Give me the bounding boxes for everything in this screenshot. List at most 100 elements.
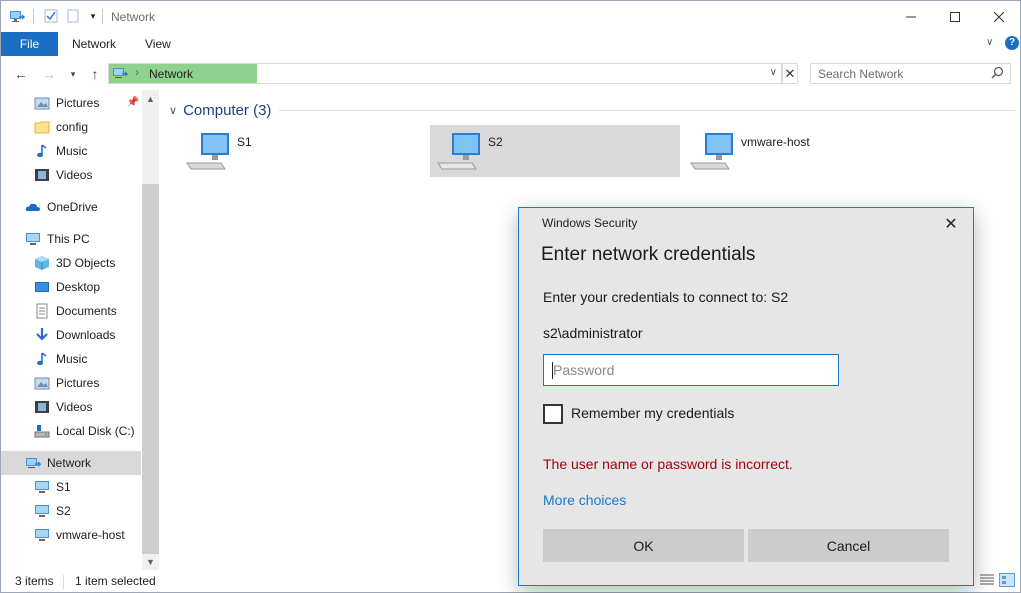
arrow-right-icon: → (42, 66, 56, 82)
sidebar-item-music[interactable]: Music (1, 347, 141, 371)
sidebar-item-label: config (56, 120, 89, 134)
remember-label[interactable]: Remember my credentials (571, 405, 734, 421)
new-folder-icon[interactable] (65, 8, 81, 24)
error-message: The user name or password is incorrect. (543, 456, 793, 472)
sidebar-item-videos[interactable]: Videos (1, 395, 141, 419)
music-icon (34, 143, 50, 159)
help-icon[interactable]: ? (1005, 36, 1019, 50)
explorer-window: ▾ Network File Network View ∨ ? ← → ▾ ↑ … (0, 0, 1021, 593)
pictures-icon (34, 95, 50, 111)
breadcrumb[interactable]: Network (149, 67, 193, 81)
sidebar-item-label: OneDrive (47, 200, 98, 214)
computer-icon (436, 131, 484, 171)
tile-label: S1 (237, 135, 252, 149)
sidebar-item-3d-objects[interactable]: 3D Objects (1, 251, 141, 275)
sidebar-item-local-disk[interactable]: Local Disk (C:) (1, 419, 141, 443)
customize-toolbar-icon[interactable]: ▾ (85, 8, 101, 24)
pin-icon[interactable]: 📌 (127, 97, 139, 108)
more-choices-link[interactable]: More choices (543, 492, 626, 508)
computer-icon (34, 527, 50, 543)
chevron-down-icon: ▾ (70, 68, 76, 79)
sidebar-item-documents[interactable]: Documents (1, 299, 141, 323)
sidebar-item-s1[interactable]: S1 (1, 475, 141, 499)
network-icon (112, 65, 129, 84)
cube-icon (34, 255, 50, 271)
computer-icon (185, 131, 233, 171)
download-icon (34, 327, 50, 343)
group-divider (279, 110, 1016, 111)
password-field[interactable] (543, 354, 839, 386)
tab-network[interactable]: Network (58, 32, 130, 56)
sidebar-item-pictures[interactable]: Pictures (1, 371, 141, 395)
forward-button[interactable]: → (39, 64, 59, 84)
minimize-icon (906, 16, 916, 17)
scroll-up-icon[interactable]: ▲ (142, 90, 159, 107)
computer-tile-s1[interactable]: S1 (179, 125, 429, 177)
remember-checkbox[interactable] (543, 404, 563, 424)
address-dropdown-icon[interactable]: ∨ (770, 67, 777, 78)
search-box[interactable] (810, 63, 1011, 84)
navigation-bar: ← → ▾ ↑ › Network ∨ ✕ (1, 59, 1020, 89)
videos-icon (34, 167, 50, 183)
sidebar-scrollbar[interactable]: ▲ ▼ (142, 90, 159, 570)
selection-count: 1 item selected (75, 574, 156, 588)
details-view-icon[interactable] (979, 573, 995, 590)
username-label: s2\administrator (543, 325, 643, 341)
sidebar-item-label: Desktop (56, 280, 101, 294)
search-input[interactable] (811, 64, 986, 83)
sidebar-item-label: Documents (56, 304, 117, 318)
up-button[interactable]: ↑ (85, 64, 105, 84)
close-icon: ✕ (784, 65, 796, 81)
sidebar-item-desktop[interactable]: Desktop (1, 275, 141, 299)
title-separator (33, 9, 34, 24)
sidebar-item-label: Music (56, 144, 88, 158)
sidebar-item-onedrive[interactable]: OneDrive (1, 195, 141, 219)
sidebar-item-config[interactable]: config (1, 115, 141, 139)
computer-tile-s2[interactable]: S2 (430, 125, 680, 177)
tab-view[interactable]: View (131, 32, 185, 56)
back-button[interactable]: ← (11, 64, 31, 84)
close-icon (994, 11, 1004, 22)
sidebar-item-s2[interactable]: S2 (1, 499, 141, 523)
search-icon[interactable] (991, 66, 1004, 82)
sidebar-item-videos-quick[interactable]: Videos (1, 163, 141, 187)
recent-locations-button[interactable]: ▾ (63, 64, 83, 84)
computer-icon (34, 479, 50, 495)
tab-file[interactable]: File (1, 32, 58, 56)
group-header[interactable]: ∨ Computer (3) (169, 100, 271, 120)
window-title: Network (111, 10, 156, 24)
breadcrumb-chevron-icon[interactable]: › (135, 65, 139, 79)
sidebar-item-music-quick[interactable]: Music (1, 139, 141, 163)
cloud-icon (25, 199, 41, 215)
arrow-left-icon: ← (14, 66, 28, 82)
sidebar-item-label: Network (47, 456, 92, 470)
tile-label: S2 (488, 135, 503, 149)
ribbon: File Network View ∨ ? (1, 32, 1020, 57)
computer-icon (689, 131, 737, 171)
password-input[interactable] (544, 355, 838, 385)
stop-button[interactable]: ✕ (782, 63, 798, 84)
tiles-view-icon[interactable] (999, 573, 1015, 590)
sidebar-item-network[interactable]: Network (1, 451, 141, 475)
scroll-thumb[interactable] (142, 184, 159, 554)
address-bar[interactable]: › Network ∨ (108, 63, 782, 84)
expand-ribbon-icon[interactable]: ∨ (986, 37, 993, 48)
computer-tile-vmware-host[interactable]: vmware-host (683, 125, 933, 177)
dialog-close-button[interactable]: ✕ (939, 214, 963, 234)
tile-label: vmware-host (741, 135, 810, 149)
maximize-button[interactable] (932, 1, 978, 32)
ok-button[interactable]: OK (543, 529, 744, 562)
scroll-down-icon[interactable]: ▼ (142, 553, 159, 570)
sidebar-item-downloads[interactable]: Downloads (1, 323, 141, 347)
sidebar-item-label: S2 (56, 504, 71, 518)
sidebar-item-label: Videos (56, 168, 93, 182)
properties-icon[interactable] (43, 8, 59, 24)
sidebar-item-this-pc[interactable]: This PC (1, 227, 141, 251)
cancel-button[interactable]: Cancel (748, 529, 949, 562)
minimize-button[interactable] (888, 1, 934, 32)
navigation-pane: Pictures 📌 config Music Videos OneDrive … (1, 90, 159, 570)
item-count: 3 items (15, 574, 54, 588)
sidebar-item-pictures-quick[interactable]: Pictures 📌 (1, 91, 141, 115)
close-button[interactable] (976, 1, 1021, 32)
sidebar-item-vmware-host[interactable]: vmware-host (1, 523, 141, 547)
